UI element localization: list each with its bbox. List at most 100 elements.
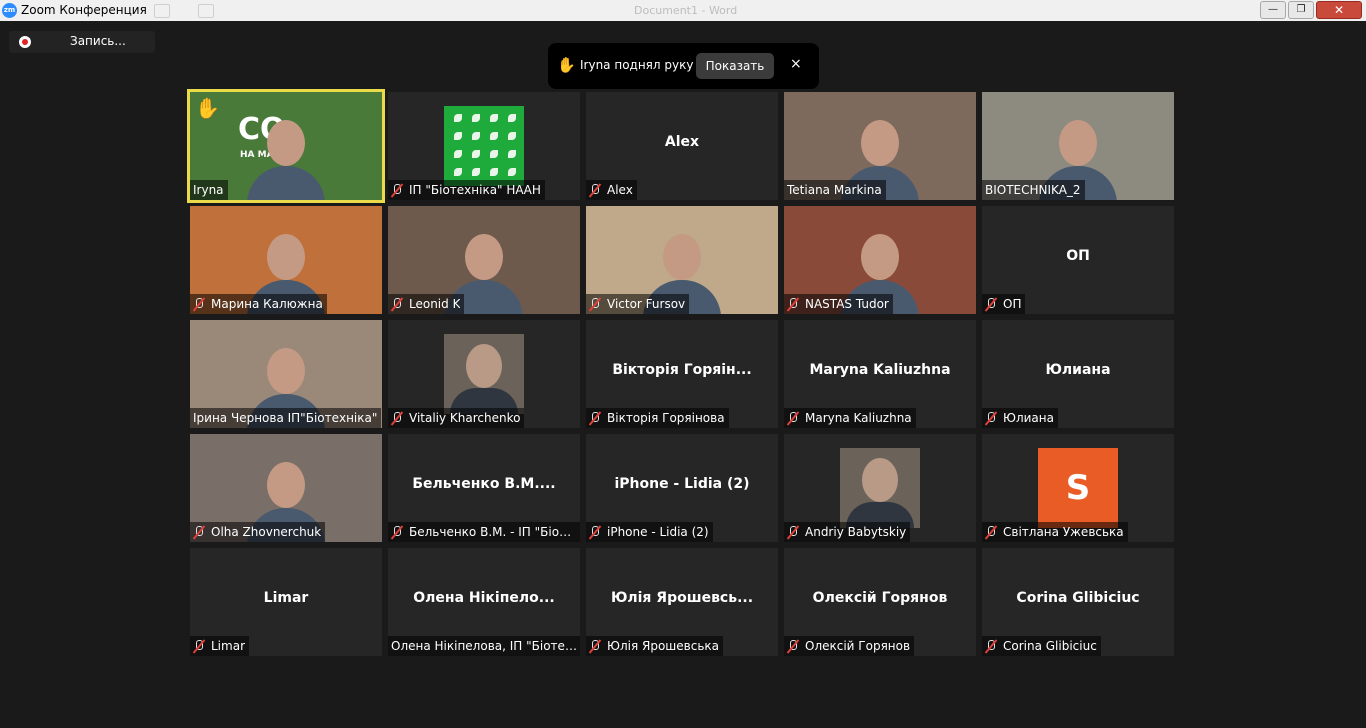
participant-name-label: Олена Нікіпелова, ІП "Біотех...: [388, 636, 580, 656]
participant-tile[interactable]: ІП "Біотехніка" НААН: [388, 92, 580, 200]
participant-name: ОП: [1003, 297, 1022, 311]
participant-name-label: Бельченко В.М. - ІП "Біоте...: [388, 522, 580, 542]
profile-photo: [840, 448, 920, 528]
participant-display-name: ОП: [1066, 248, 1090, 264]
background-window-title: Document1 - Word: [634, 4, 738, 17]
participant-name-label: Марина Калюжна: [190, 294, 327, 314]
muted-mic-icon: [985, 639, 997, 653]
participant-name-label: Limar: [190, 636, 249, 656]
muted-mic-icon: [985, 297, 997, 311]
participant-name-label: iPhone - Lidia (2): [586, 522, 713, 542]
participant-name-label: Andriy Babytskiy: [784, 522, 911, 542]
muted-mic-icon: [193, 525, 205, 539]
participant-tile[interactable]: Бельченко В.М.... Бельченко В.М. - ІП "Бі…: [388, 434, 580, 542]
participant-tile[interactable]: Марина Калюжна: [190, 206, 382, 314]
participant-display-name: Вікторія Горяін...: [612, 362, 752, 378]
minimize-button[interactable]: —: [1260, 1, 1286, 19]
participant-tile[interactable]: Олексій Горянов Олексій Горянов: [784, 548, 976, 656]
participant-tile[interactable]: Olha Zhovnerchuk: [190, 434, 382, 542]
participant-display-name: Бельченко В.М....: [412, 476, 556, 492]
participant-name: Олена Нікіпелова, ІП "Біотех...: [391, 639, 577, 653]
show-button[interactable]: Показать: [696, 53, 774, 79]
participant-name: Вікторія Горяінова: [607, 411, 725, 425]
participant-name: Leonid K: [409, 297, 461, 311]
participant-tile[interactable]: Ірина Чернова ІП"Біотехніка": [190, 320, 382, 428]
muted-mic-icon: [391, 183, 403, 197]
participant-name-label: Олексій Горянов: [784, 636, 915, 656]
participant-name: Olha Zhovnerchuk: [211, 525, 322, 539]
participant-name-label: Вікторія Горяінова: [586, 408, 729, 428]
recording-label: Запись...: [70, 34, 126, 48]
muted-mic-icon: [589, 183, 601, 197]
participant-tile[interactable]: Maryna Kaliuzhna Maryna Kaliuzhna: [784, 320, 976, 428]
participant-display-name: Юлиана: [1045, 362, 1111, 378]
muted-mic-icon: [391, 525, 403, 539]
participant-name: Limar: [211, 639, 245, 653]
muted-mic-icon: [787, 297, 799, 311]
participant-tile[interactable]: Tetiana Markina: [784, 92, 976, 200]
muted-mic-icon: [787, 639, 799, 653]
profile-photo: [444, 334, 524, 414]
participant-name-label: Vitaliy Kharchenko: [388, 408, 525, 428]
letter-avatar: S: [1038, 448, 1118, 528]
participant-name-label: BIOTECHNIKA_2: [982, 180, 1085, 200]
recording-indicator[interactable]: Запись...: [9, 31, 155, 53]
participant-name: NASTAS Tudor: [805, 297, 889, 311]
close-button[interactable]: ✕: [1316, 1, 1362, 19]
background-window-icon: [198, 4, 214, 18]
participant-tile[interactable]: S Світлана Ужевська: [982, 434, 1174, 542]
maximize-button[interactable]: ❐: [1288, 1, 1314, 19]
muted-mic-icon: [787, 411, 799, 425]
participant-name-label: Maryna Kaliuzhna: [784, 408, 916, 428]
participant-display-name: Maryna Kaliuzhna: [809, 362, 951, 378]
participant-name: Юлиана: [1003, 411, 1054, 425]
participant-name-label: Olha Zhovnerchuk: [190, 522, 326, 542]
participant-tile[interactable]: Vitaliy Kharchenko: [388, 320, 580, 428]
title-bar: zm Zoom Конференция Document1 - Word — ❐…: [0, 0, 1366, 21]
close-icon[interactable]: ×: [790, 56, 802, 72]
participant-tile[interactable]: Leonid K: [388, 206, 580, 314]
participant-name-label: Ірина Чернова ІП"Біотехніка": [190, 408, 382, 428]
zoom-logo-icon: zm: [2, 3, 17, 18]
participant-name-label: Tetiana Markina: [784, 180, 886, 200]
participant-display-name: Олена Нікіпело...: [413, 590, 555, 606]
participant-name: Andriy Babytskiy: [805, 525, 907, 539]
participant-tile[interactable]: Andriy Babytskiy: [784, 434, 976, 542]
participant-tile[interactable]: iPhone - Lidia (2) iPhone - Lidia (2): [586, 434, 778, 542]
participant-name: Бельченко В.М. - ІП "Біоте...: [409, 525, 577, 539]
participant-tile[interactable]: BIOTECHNIKA_2: [982, 92, 1174, 200]
participant-display-name: Alex: [664, 134, 700, 150]
participant-tile[interactable]: ОП ОП: [982, 206, 1174, 314]
participant-name: Maryna Kaliuzhna: [805, 411, 912, 425]
participant-tile[interactable]: Юлія Ярошевсь... Юлія Ярошевська: [586, 548, 778, 656]
participant-display-name: Олексій Горянов: [812, 590, 948, 606]
record-icon: [19, 36, 31, 48]
participant-name: Tetiana Markina: [787, 183, 882, 197]
participant-name-label: ІП "Біотехніка" НААН: [388, 180, 545, 200]
participant-name-label: ОП: [982, 294, 1026, 314]
raised-hand-icon: ✋: [195, 96, 220, 120]
participant-tile[interactable]: NASTAS Tudor: [784, 206, 976, 314]
participant-name-label: Світлана Ужевська: [982, 522, 1128, 542]
muted-mic-icon: [193, 297, 205, 311]
participant-display-name: iPhone - Lidia (2): [614, 476, 750, 492]
participant-tile[interactable]: Limar Limar: [190, 548, 382, 656]
participant-grid: СО НА МАЙ ✋ Iryna ІП "Біотехніка" НААН Alex Al…: [187, 89, 1177, 658]
participant-name: Victor Fursov: [607, 297, 686, 311]
participant-tile[interactable]: Corina Glibiciuc Corina Glibiciuc: [982, 548, 1174, 656]
participant-tile[interactable]: Юлиана Юлиана: [982, 320, 1174, 428]
participant-tile[interactable]: Victor Fursov: [586, 206, 778, 314]
muted-mic-icon: [589, 297, 601, 311]
muted-mic-icon: [589, 525, 601, 539]
participant-tile[interactable]: Вікторія Горяін... Вікторія Горяінова: [586, 320, 778, 428]
participant-name: Юлія Ярошевська: [607, 639, 719, 653]
participant-name: Марина Калюжна: [211, 297, 323, 311]
participant-name: Iryna: [193, 183, 224, 197]
participant-tile[interactable]: Alex Alex: [586, 92, 778, 200]
participant-name-label: Юлія Ярошевська: [586, 636, 723, 656]
participant-name-label: NASTAS Tudor: [784, 294, 893, 314]
participant-tile[interactable]: Олена Нікіпело... Олена Нікіпелова, ІП "Б…: [388, 548, 580, 656]
muted-mic-icon: [391, 411, 403, 425]
raised-hand-icon: ✋: [557, 56, 576, 74]
participant-tile[interactable]: СО НА МАЙ ✋ Iryna: [187, 89, 385, 203]
